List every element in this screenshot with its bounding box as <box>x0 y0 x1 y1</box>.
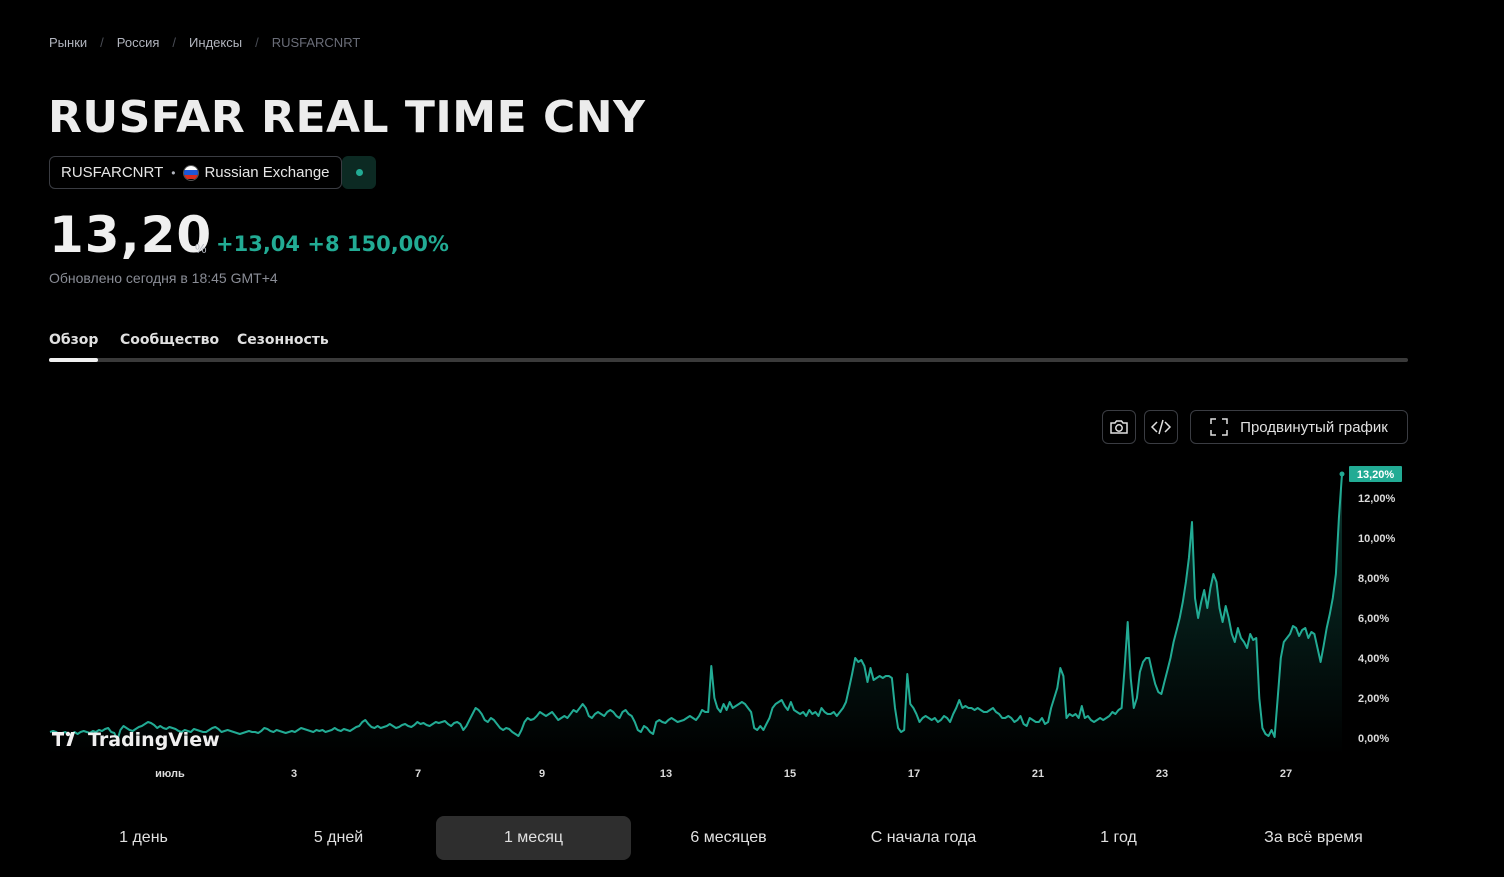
breadcrumb-current: RUSFARCNRT <box>271 35 361 50</box>
breadcrumb-link-indices[interactable]: Индексы <box>189 35 242 50</box>
y-tick-label: 6,00% <box>1358 613 1389 625</box>
price-chart[interactable]: 0,00% 2,00% 4,00% 6,00% 8,00% 10,00% 12,00% 13,… <box>0 455 1420 795</box>
x-tick-label: 17 <box>908 768 920 780</box>
change-value: +13,04 <box>216 232 301 256</box>
change-percent: +8 150,00% <box>307 232 449 256</box>
tab-seasonality[interactable]: Сезонность <box>237 332 329 348</box>
range-ytd[interactable]: С начала года <box>826 816 1021 860</box>
y-tick-label: 8,00% <box>1358 573 1389 585</box>
symbol-ticker: RUSFARCNRT <box>61 164 164 181</box>
breadcrumb-link-russia[interactable]: Россия <box>117 35 160 50</box>
last-value-label: 13,20% <box>1357 469 1395 481</box>
russia-flag-icon <box>183 164 200 181</box>
status-dot-icon <box>355 169 363 176</box>
range-1-month[interactable]: 1 месяц <box>436 816 631 860</box>
symbol-pill[interactable]: RUSFARCNRT • Russian Exchange <box>49 156 342 189</box>
breadcrumb-link-markets[interactable]: Рынки <box>49 35 87 50</box>
breadcrumb-separator: / <box>100 35 104 50</box>
tab-bar: Обзор Сообщество Сезонность <box>49 332 1408 362</box>
last-price: 13,20 <box>49 206 213 264</box>
range-5-days[interactable]: 5 дней <box>241 816 436 860</box>
range-1-year[interactable]: 1 год <box>1021 816 1216 860</box>
tradingview-logo-text: TradingView <box>88 729 220 751</box>
x-tick-label: июль <box>155 768 185 780</box>
last-point-marker <box>1339 471 1345 477</box>
x-tick-label: 9 <box>539 768 545 780</box>
code-icon <box>1150 419 1172 435</box>
x-tick-label: 27 <box>1280 768 1292 780</box>
breadcrumb-separator: / <box>172 35 177 50</box>
embed-button[interactable] <box>1144 410 1178 444</box>
x-tick-label: 3 <box>291 768 297 780</box>
range-6-months[interactable]: 6 месяцев <box>631 816 826 860</box>
breadcrumb: Рынки / Россия / Индексы / RUSFARCNRT <box>49 35 360 50</box>
advanced-chart-label: Продвинутый график <box>1240 418 1388 436</box>
y-tick-label: 4,00% <box>1358 653 1389 665</box>
page-title: RUSFAR REAL TIME CNY <box>48 92 646 143</box>
price-change: +13,04 +8 150,00% <box>216 232 449 256</box>
exchange-name: Russian Exchange <box>204 164 330 181</box>
chart-area-fill <box>50 474 1342 755</box>
price-unit: % <box>195 241 207 256</box>
x-tick-label: 15 <box>784 768 796 780</box>
separator-dot: • <box>171 165 176 180</box>
tab-overview[interactable]: Обзор <box>49 332 99 362</box>
range-selector: 1 день 5 дней 1 месяц 6 месяцев С начала… <box>46 816 1411 860</box>
range-1-day[interactable]: 1 день <box>46 816 241 860</box>
breadcrumb-separator: / <box>255 35 259 50</box>
y-tick-label: 2,00% <box>1358 693 1389 705</box>
advanced-chart-button[interactable]: Продвинутый график <box>1190 410 1408 444</box>
tab-community[interactable]: Сообщество <box>120 332 219 348</box>
y-tick-label: 0,00% <box>1358 733 1389 745</box>
x-tick-label: 21 <box>1032 768 1044 780</box>
range-all-time[interactable]: За всё время <box>1216 816 1411 860</box>
fullscreen-icon <box>1210 418 1228 436</box>
x-tick-label: 7 <box>415 768 421 780</box>
updated-time: Обновлено сегодня в 18:45 GMT+4 <box>49 270 278 286</box>
x-tick-label: 13 <box>660 768 672 780</box>
y-tick-label: 12,00% <box>1358 493 1396 505</box>
snapshot-button[interactable] <box>1102 410 1136 444</box>
x-tick-label: 23 <box>1156 768 1168 780</box>
camera-icon <box>1110 420 1128 434</box>
y-tick-label: 10,00% <box>1358 533 1396 545</box>
tab-track <box>49 358 1408 362</box>
market-status-badge[interactable] <box>342 156 376 189</box>
